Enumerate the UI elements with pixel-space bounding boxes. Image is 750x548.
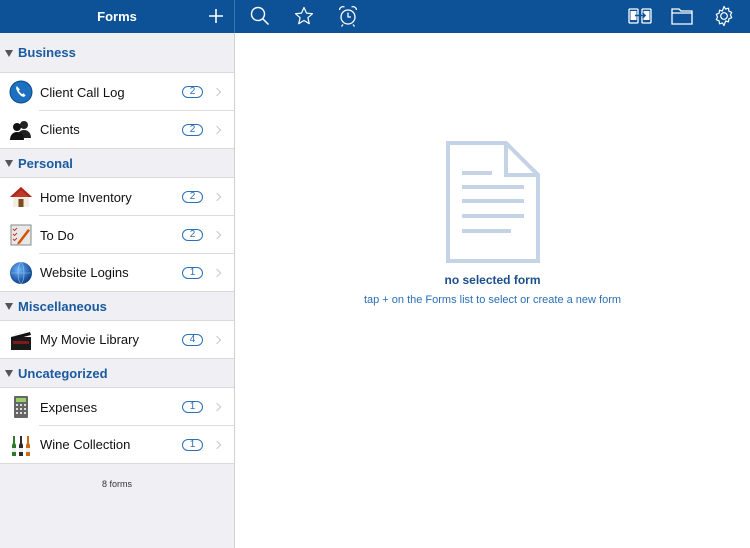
record-count-badge: 1 (182, 438, 203, 451)
add-form-button[interactable] (203, 4, 229, 28)
form-row-wine-collection[interactable]: Wine Collection 1 (0, 426, 234, 464)
checklist-icon (9, 223, 33, 247)
form-row-website-logins[interactable]: Website Logins 1 (0, 254, 234, 292)
section-header-personal[interactable]: Personal (0, 149, 234, 178)
form-name: My Movie Library (40, 332, 139, 347)
form-name: Client Call Log (40, 84, 125, 100)
form-count: 8 forms (101, 479, 132, 489)
chevron-right-icon (212, 335, 222, 344)
forms-list: Business Client Call Log 2 Clients 2 Per… (0, 33, 235, 548)
collapse-triangle-icon (5, 49, 13, 57)
form-row-client-call-log[interactable]: Client Call Log 2 (0, 73, 234, 111)
chevron-right-icon (212, 230, 222, 240)
sidebar-title: Forms (97, 9, 137, 24)
alarm-clock-icon (338, 6, 358, 27)
form-name: Wine Collection (40, 437, 131, 452)
form-row-expenses[interactable]: Expenses 1 (0, 388, 234, 426)
folder-icon (671, 8, 693, 25)
form-name: To Do (40, 227, 74, 243)
settings-button[interactable] (711, 4, 737, 28)
section-label: Personal (18, 155, 73, 171)
form-name: Website Logins (40, 265, 129, 280)
toolbar-divider (234, 0, 235, 33)
record-count-badge: 4 (182, 333, 203, 346)
form-name: Clients (40, 122, 80, 137)
sync-devices-icon (628, 8, 652, 24)
chevron-right-icon (212, 192, 222, 202)
section-label: Uncategorized (18, 365, 108, 381)
chevron-right-icon (212, 402, 222, 412)
section-label: Business (18, 45, 76, 60)
collapse-triangle-icon (5, 160, 13, 167)
phone-icon (9, 80, 33, 104)
form-name: Expenses (40, 399, 98, 415)
search-icon (250, 6, 270, 26)
plus-icon (209, 9, 223, 23)
globe-icon (9, 261, 33, 285)
sync-button[interactable] (627, 4, 653, 28)
section-header-miscellaneous[interactable]: Miscellaneous (0, 292, 234, 321)
calculator-icon (9, 395, 33, 419)
chevron-right-icon (212, 87, 222, 97)
star-icon (294, 6, 314, 25)
form-row-to-do[interactable]: To Do 2 (0, 216, 234, 254)
empty-state-title: no selected form (444, 273, 541, 287)
wine-bottles-icon (9, 433, 33, 457)
people-icon (9, 118, 33, 142)
document-icon (446, 141, 540, 263)
top-bar: Forms (0, 0, 750, 33)
record-count-badge: 1 (182, 266, 203, 279)
form-row-my-movie-library[interactable]: My Movie Library 4 (0, 321, 234, 359)
record-count-badge: 2 (182, 86, 203, 98)
reminders-button[interactable] (335, 4, 361, 28)
record-count-badge: 1 (182, 401, 203, 413)
record-count-badge: 2 (182, 123, 203, 136)
favorites-button[interactable] (291, 4, 317, 28)
form-row-clients[interactable]: Clients 2 (0, 111, 234, 149)
record-count-badge: 2 (182, 229, 203, 241)
folders-button[interactable] (669, 4, 695, 28)
chevron-right-icon (212, 125, 222, 134)
house-icon (9, 185, 33, 209)
chevron-right-icon (212, 440, 222, 449)
section-label: Miscellaneous (18, 298, 107, 314)
collapse-triangle-icon (5, 303, 13, 310)
record-count-badge: 2 (182, 191, 203, 203)
form-name: Home Inventory (40, 189, 132, 205)
empty-state-hint: tap + on the Forms list to select or cre… (363, 294, 622, 306)
form-row-home-inventory[interactable]: Home Inventory 2 (0, 178, 234, 216)
section-header-uncategorized[interactable]: Uncategorized (0, 359, 234, 388)
detail-pane: no selected form tap + on the Forms list… (235, 33, 750, 548)
search-button[interactable] (247, 4, 273, 28)
gear-icon (715, 5, 733, 27)
clapperboard-icon (9, 328, 33, 352)
chevron-right-icon (212, 268, 222, 277)
section-header-business[interactable]: Business (0, 33, 234, 73)
collapse-triangle-icon (5, 370, 13, 377)
